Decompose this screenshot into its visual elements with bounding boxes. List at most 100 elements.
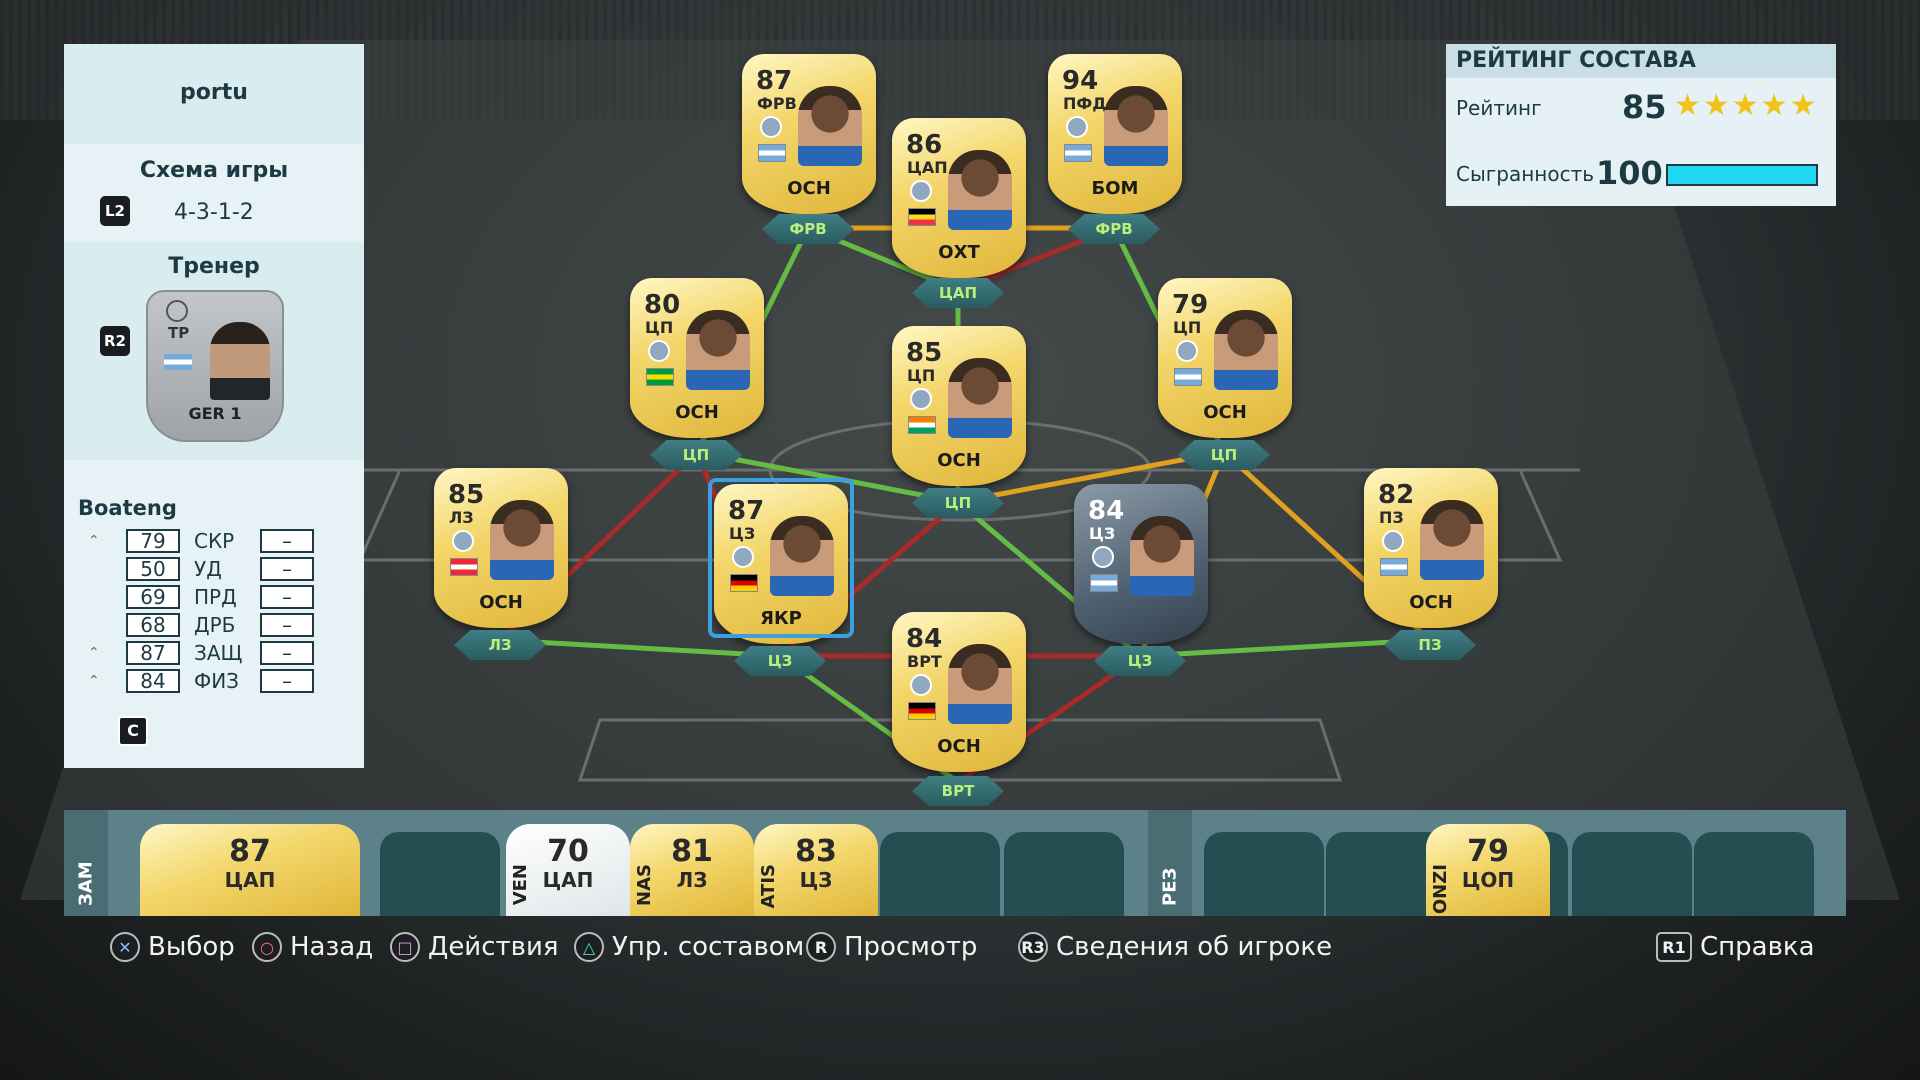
formation-section[interactable]: Схема игры L2 4-3-1-2 [64, 144, 364, 242]
selected-player-name: Boateng [78, 496, 177, 520]
hint-select[interactable]: ✕ Выбор [110, 930, 235, 964]
chemistry-style: ОСН [479, 592, 523, 613]
nation-flag-icon [1174, 368, 1202, 386]
bench-card-name: ATIS [758, 864, 779, 909]
stat-label: СКР [194, 529, 235, 553]
player-position: ЦП [1173, 318, 1202, 337]
stat-value: 84 [126, 669, 180, 693]
player-card-st-left[interactable]: 87 ФРВ ОСН [742, 54, 876, 214]
manager-card[interactable]: ТР GER 1 [146, 290, 284, 442]
bench-card-name: ONZI [1430, 864, 1451, 915]
player-rating: 84 [1088, 496, 1125, 526]
rating-value: 85 [1622, 88, 1667, 126]
hint-back-label: Назад [290, 932, 374, 962]
stat-value: 79 [126, 529, 180, 553]
chemistry-style-icon[interactable]: C [118, 716, 148, 746]
stat-value: 69 [126, 585, 180, 609]
stat-delta: – [260, 529, 314, 553]
r3-button-icon: R3 [1018, 932, 1048, 962]
player-rating: 94 [1062, 66, 1099, 96]
bench-card[interactable]: 83 ЦЗ ATIS [754, 824, 878, 916]
player-card-cm-center[interactable]: 85 ЦП ОСН [892, 326, 1026, 486]
player-position: ПФД [1063, 94, 1107, 113]
player-rating: 80 [644, 290, 681, 320]
player-card-cm-right[interactable]: 79 ЦП ОСН [1158, 278, 1292, 438]
player-card-st-right[interactable]: 94 ПФД БОМ [1048, 54, 1182, 214]
position-slot-st-left: ФРВ [762, 214, 854, 244]
player-position: ФРВ [757, 94, 797, 113]
player-card-gk[interactable]: 84 ВРТ ОСН [892, 612, 1026, 772]
hint-manage-label: Упр. составом [612, 932, 805, 962]
stat-row: ⌃ 87 ЗАЩ – [88, 640, 314, 666]
hint-help[interactable]: R1 Справка [1656, 930, 1815, 964]
nation-flag-icon [450, 558, 478, 576]
player-card-cm-left[interactable]: 80 ЦП ОСН [630, 278, 764, 438]
player-rating: 84 [906, 624, 943, 654]
club-badge-icon [910, 388, 932, 410]
player-photo [1104, 86, 1168, 166]
player-card-rb[interactable]: 82 ПЗ ОСН [1364, 468, 1498, 628]
player-photo [1420, 500, 1484, 580]
stat-delta: – [260, 613, 314, 637]
bench-card[interactable]: 81 ЛЗ NAS [630, 824, 754, 916]
hint-info[interactable]: R3 Сведения об игроке [1018, 930, 1332, 964]
club-badge-icon [1176, 340, 1198, 362]
club-badge-icon [910, 180, 932, 202]
stat-row: 50 УД – [88, 556, 314, 582]
hint-select-label: Выбор [148, 932, 235, 962]
subs-tab[interactable]: ЗАМ [64, 810, 108, 916]
player-photo [948, 358, 1012, 438]
bench-card-name: VEN [510, 864, 531, 906]
hint-view[interactable]: R Просмотр [806, 930, 977, 964]
nation-flag-icon [908, 702, 936, 720]
stat-label: УД [194, 557, 222, 581]
position-slot-cb-left: ЦЗ [734, 646, 826, 676]
player-rating: 82 [1378, 480, 1415, 510]
chemistry-bar-fill [1668, 166, 1816, 184]
position-slot-st-right: ФРВ [1068, 214, 1160, 244]
stat-label: ЗАЩ [194, 641, 243, 665]
squad-rating-title: РЕЙТИНГ СОСТАВА [1446, 44, 1836, 78]
player-photo [1130, 516, 1194, 596]
hint-actions[interactable]: □ Действия [390, 930, 559, 964]
r1-button-icon: R1 [1656, 932, 1692, 962]
stat-value: 68 [126, 613, 180, 637]
bench-empty-slot[interactable] [380, 832, 500, 916]
bench-empty-slot[interactable] [880, 832, 1000, 916]
player-card-cb-right[interactable]: 84 ЦЗ [1074, 484, 1208, 644]
bench-empty-slot[interactable] [1204, 832, 1324, 916]
club-badge-icon [452, 530, 474, 552]
bench-empty-slot[interactable] [1572, 832, 1692, 916]
bench-card[interactable]: 79 ЦОП ONZI [1426, 824, 1550, 916]
manager-position: ТР [168, 324, 190, 342]
reserves-tab[interactable]: РЕЗ [1148, 810, 1192, 916]
bench-card[interactable]: 70 ЦАП VEN [506, 824, 630, 916]
boost-arrow-icon: ⌃ [88, 673, 100, 689]
rating-stars: ★★★★★ [1674, 88, 1819, 123]
chemistry-style: ОСН [937, 450, 981, 471]
club-badge-icon [1382, 530, 1404, 552]
hint-back[interactable]: ○ Назад [252, 930, 373, 964]
player-photo [948, 644, 1012, 724]
player-rating: 79 [1172, 290, 1209, 320]
stat-delta: – [260, 585, 314, 609]
bench-card-position: ЦАП [224, 868, 276, 892]
chemistry-style: ОСН [937, 736, 981, 757]
selection-cursor [708, 478, 854, 638]
bench-card[interactable]: 87 ЦАП [140, 824, 360, 916]
position-slot-cm-right: ЦП [1178, 440, 1270, 470]
club-badge-icon [760, 116, 782, 138]
bench-empty-slot[interactable] [1004, 832, 1124, 916]
hint-manage[interactable]: △ Упр. составом [574, 930, 804, 964]
player-position: ЦП [907, 366, 936, 385]
manager-whistle-icon [166, 300, 188, 322]
player-rating: 85 [906, 338, 943, 368]
bench-empty-slot[interactable] [1694, 832, 1814, 916]
player-photo [1214, 310, 1278, 390]
selected-player-section: Boateng ⌃ 79 СКР –50 УД –69 ПРД –68 ДРБ – ⌃ 87 ЗАЩ – ⌃… [64, 460, 364, 768]
player-position: ВРТ [907, 652, 942, 671]
player-card-cam[interactable]: 86 ЦАП ОХТ [892, 118, 1026, 278]
manager-section[interactable]: Тренер R2 ТР GER 1 [64, 242, 364, 460]
player-card-lb[interactable]: 85 ЛЗ ОСН [434, 468, 568, 628]
nation-flag-icon [1064, 144, 1092, 162]
